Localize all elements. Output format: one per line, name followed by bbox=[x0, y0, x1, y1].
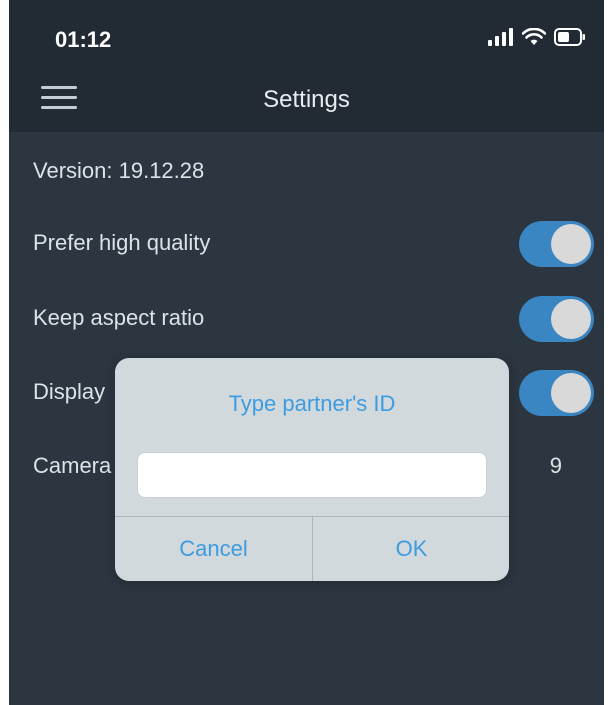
partner-id-dialog: Type partner's ID Cancel OK bbox=[115, 358, 509, 581]
top-bar: 01:12 Settings bbox=[9, 0, 604, 132]
partner-id-input[interactable] bbox=[137, 452, 487, 498]
ok-button[interactable]: OK bbox=[313, 517, 509, 581]
status-time: 01:12 bbox=[55, 27, 112, 52]
setting-label: Display bbox=[33, 379, 106, 404]
app-screen: 01:12 Settings Version: 19.12.28 Prefer … bbox=[9, 0, 604, 705]
setting-label: Keep aspect ratio bbox=[33, 305, 205, 330]
prefer-high-quality-toggle[interactable] bbox=[519, 221, 594, 267]
wifi-icon bbox=[522, 28, 546, 45]
keep-aspect-ratio-toggle[interactable] bbox=[519, 296, 594, 342]
camera-value: 9 bbox=[549, 453, 562, 478]
toggle-knob bbox=[551, 299, 591, 339]
setting-label: Camera bbox=[33, 453, 112, 478]
display-toggle[interactable] bbox=[519, 370, 594, 416]
version-label: Version: 19.12.28 bbox=[33, 158, 205, 183]
toggle-knob bbox=[551, 224, 591, 264]
page-title: Settings bbox=[263, 86, 350, 113]
status-icons bbox=[488, 28, 586, 46]
dialog-title: Type partner's ID bbox=[228, 391, 396, 416]
battery-icon bbox=[554, 28, 585, 46]
signal-icon bbox=[488, 28, 513, 46]
setting-row-keep-aspect-ratio: Keep aspect ratio bbox=[9, 293, 604, 343]
cancel-button[interactable]: Cancel bbox=[115, 517, 312, 581]
setting-row-prefer-high-quality: Prefer high quality bbox=[9, 218, 604, 268]
setting-label: Prefer high quality bbox=[33, 230, 211, 255]
toggle-knob bbox=[551, 373, 591, 413]
